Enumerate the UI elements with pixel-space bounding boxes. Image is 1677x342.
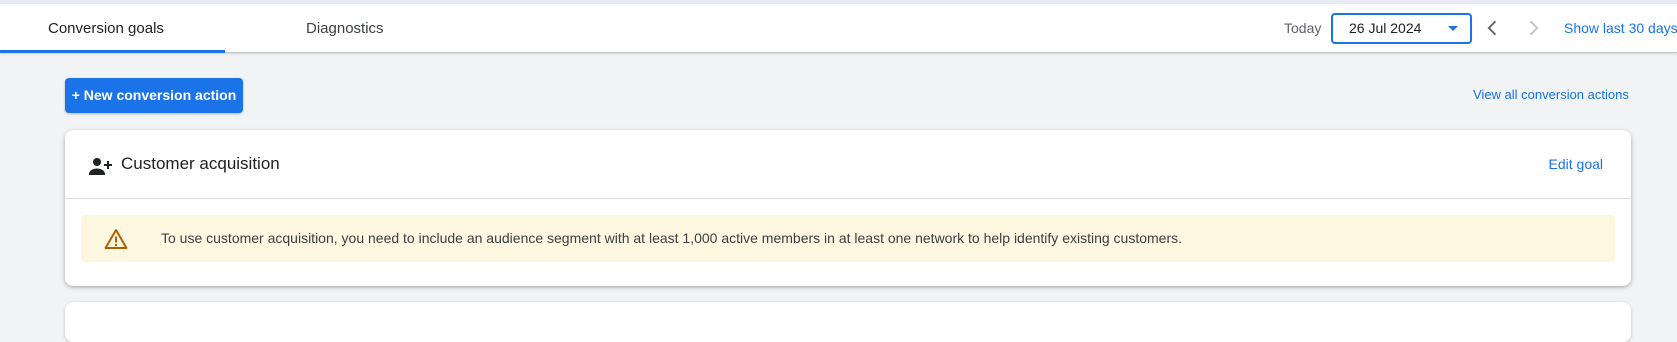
person-add-icon <box>88 154 112 178</box>
header-bar: Conversion goals Diagnostics Today 26 Ju… <box>0 4 1677 53</box>
date-value: 26 Jul 2024 <box>1349 20 1422 36</box>
new-conversion-action-button[interactable]: + New conversion action <box>65 78 243 113</box>
tab-diagnostics[interactable]: Diagnostics <box>306 4 384 53</box>
warning-banner: To use customer acquisition, you need to… <box>81 215 1615 262</box>
goal-card-customer-acquisition: Customer acquisition Edit goal To use cu… <box>65 130 1631 286</box>
view-all-conversion-actions-link[interactable]: View all conversion actions <box>1473 87 1629 102</box>
date-range-label: Today <box>1284 20 1322 36</box>
active-tab-indicator <box>0 50 225 53</box>
dropdown-caret-icon <box>1448 26 1458 31</box>
warning-text: To use customer acquisition, you need to… <box>161 230 1183 246</box>
chevron-left-icon[interactable] <box>1482 17 1504 39</box>
edit-goal-link[interactable]: Edit goal <box>1549 130 1603 198</box>
next-goal-card <box>65 302 1631 342</box>
show-last-30-days-link[interactable]: Show last 30 days <box>1564 4 1677 53</box>
card-divider <box>65 198 1631 199</box>
tab-conversion-goals[interactable]: Conversion goals <box>48 4 164 53</box>
warning-icon <box>104 227 128 251</box>
goal-title: Customer acquisition <box>121 154 280 173</box>
chevron-right-icon[interactable] <box>1522 17 1544 39</box>
date-selector[interactable]: 26 Jul 2024 <box>1331 13 1472 44</box>
